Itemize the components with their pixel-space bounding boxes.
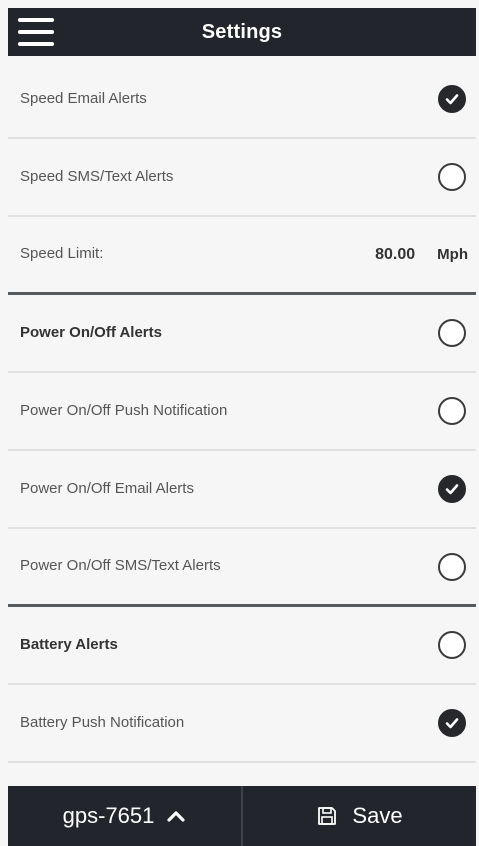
check-icon (445, 718, 459, 729)
row-power-sms-alerts[interactable]: Power On/Off SMS/Text Alerts (8, 529, 476, 607)
page-title: Settings (201, 20, 283, 43)
top-app-bar: Settings (8, 8, 476, 56)
row-battery-push-notification[interactable]: Battery Push Notification (8, 685, 476, 763)
row-power-push-notification[interactable]: Power On/Off Push Notification (8, 373, 476, 451)
device-selector-button[interactable]: gps-7651 (8, 786, 241, 846)
checkbox-power-sms-alerts[interactable] (438, 552, 466, 581)
check-icon (445, 484, 459, 495)
row-power-email-alerts[interactable]: Power On/Off Email Alerts (8, 451, 476, 529)
row-label: Speed SMS/Text Alerts (20, 167, 174, 185)
row-speed-sms-alerts[interactable]: Speed SMS/Text Alerts (8, 139, 476, 217)
save-label: Save (352, 803, 403, 828)
chevron-up-icon (167, 811, 185, 822)
row-speed-email-alerts[interactable]: Speed Email Alerts (8, 61, 476, 139)
checkbox-speed-email-alerts[interactable] (438, 85, 466, 113)
row-label: Power On/Off SMS/Text Alerts (20, 557, 221, 575)
checkbox-power-email-alerts[interactable] (438, 475, 466, 503)
row-label: Speed Email Alerts (20, 89, 147, 107)
checkbox-battery-push-notification[interactable] (438, 709, 466, 737)
row-label: Power On/Off Email Alerts (20, 479, 194, 497)
row-label: Battery Push Notification (20, 713, 185, 731)
checkbox-power-alerts[interactable] (438, 319, 466, 347)
row-power-alerts[interactable]: Power On/Off Alerts (8, 295, 476, 373)
row-battery-alerts[interactable]: Battery Alerts (8, 607, 476, 685)
row-label: Battery Alerts (20, 635, 118, 653)
speed-limit-input[interactable] (335, 245, 416, 264)
checkbox-speed-sms-alerts[interactable] (438, 163, 466, 191)
floppy-disk-icon (318, 807, 337, 825)
row-label: Power On/Off Alerts (20, 323, 162, 341)
checkbox-power-push-notification[interactable] (438, 397, 466, 425)
hamburger-menu-icon[interactable] (18, 18, 54, 46)
speed-unit-label: Mph (437, 246, 468, 263)
row-label: Speed Limit: (20, 245, 104, 263)
row-speed-limit: Speed Limit: Mph (8, 217, 476, 295)
save-button[interactable]: Save (243, 786, 476, 846)
bottom-toolbar: gps-7651 Save (8, 786, 476, 846)
device-label: gps-7651 (62, 803, 155, 828)
row-label: Power On/Off Push Notification (20, 401, 228, 419)
check-icon (445, 94, 459, 105)
checkbox-battery-alerts[interactable] (438, 631, 466, 659)
settings-list: Speed Email Alerts Speed SMS/Text Alerts… (8, 61, 476, 763)
